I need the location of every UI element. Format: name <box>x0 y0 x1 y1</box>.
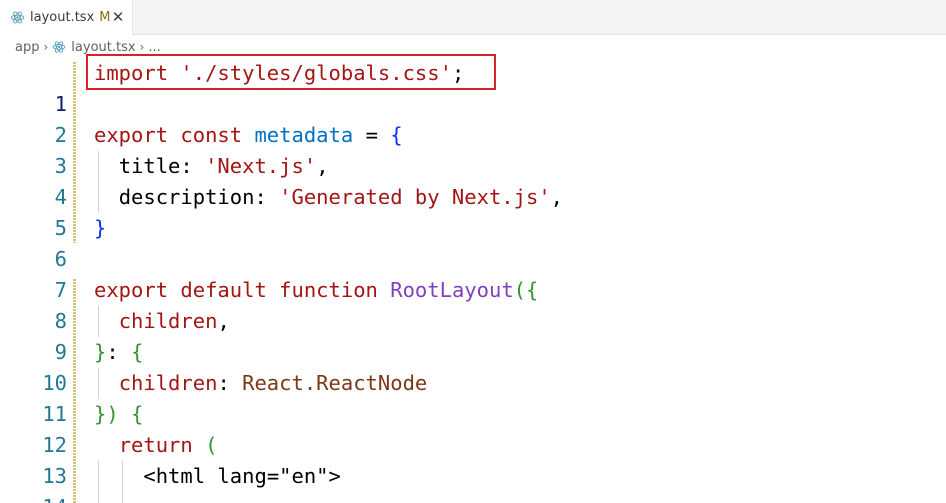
token: { <box>131 402 144 426</box>
token: return <box>118 433 193 457</box>
token: RootLayout <box>390 278 514 302</box>
code-content: }: { <box>94 337 143 368</box>
token: , <box>550 185 564 209</box>
code-content: children: React.ReactNode <box>94 368 428 399</box>
token: = <box>365 123 378 147</box>
code-line: 12 }) { <box>0 399 946 457</box>
code-editor[interactable]: 1 import './styles/globals.css'; 2 3 exp… <box>0 54 946 503</box>
close-icon[interactable]: ✕ <box>110 9 126 25</box>
modified-badge: M <box>99 10 111 25</box>
token: React.ReactNode <box>242 371 428 395</box>
code-content: children, <box>94 306 230 337</box>
token: "en" <box>279 464 329 488</box>
code-content: export default function RootLayout({ <box>94 275 538 306</box>
breadcrumb-item-file[interactable]: layout.tsx <box>71 40 135 55</box>
token: description <box>118 185 255 209</box>
token: const <box>180 123 243 147</box>
token: 'Next.js' <box>205 154 317 178</box>
breadcrumb-item-more[interactable]: ... <box>148 40 160 55</box>
token: { <box>131 340 144 364</box>
token: { <box>390 123 403 147</box>
token: } <box>94 402 107 426</box>
code-line: 7 <box>0 244 946 302</box>
token: html <box>155 464 206 488</box>
code-line: 2 <box>0 89 946 147</box>
token: metadata <box>254 123 354 147</box>
token: ( <box>513 278 527 302</box>
code-line: 5 description: 'Generated by Next.js', <box>0 182 946 240</box>
token: children <box>118 371 218 395</box>
token: : <box>180 154 193 178</box>
code-line: 6 } <box>0 213 946 271</box>
react-icon <box>53 41 66 53</box>
code-line: 13 return ( <box>0 430 946 488</box>
token: lang <box>217 464 267 488</box>
token: > <box>328 464 341 488</box>
breadcrumb-item-app[interactable]: app <box>15 40 39 55</box>
code-content: return ( <box>94 430 218 461</box>
chevron-right-icon: › <box>43 40 49 54</box>
token: < <box>143 464 156 488</box>
token: default <box>180 278 267 302</box>
code-content: }) { <box>94 399 143 430</box>
token: function <box>279 278 378 302</box>
token: export <box>94 123 169 147</box>
token: title <box>118 154 181 178</box>
code-content: title: 'Next.js', <box>94 151 329 182</box>
code-line: 11 children: React.ReactNode <box>0 368 946 426</box>
code-line: 9 children, <box>0 306 946 364</box>
code-content: description: 'Generated by Next.js', <box>94 182 563 213</box>
token: } <box>94 340 107 364</box>
tab-layout-tsx[interactable]: layout.tsx M ✕ <box>0 0 133 35</box>
react-icon <box>10 11 25 24</box>
token: : <box>254 185 267 209</box>
code-line: 3 export const metadata = { <box>0 120 946 178</box>
code-line: 10 }: { <box>0 337 946 395</box>
token: = <box>266 464 280 488</box>
token: : <box>217 371 230 395</box>
token: children <box>118 309 218 333</box>
line-number: 14 <box>0 492 67 503</box>
editor-tab-bar: layout.tsx M ✕ <box>0 0 946 35</box>
code-content: export const metadata = { <box>94 120 403 151</box>
chevron-right-icon: › <box>139 40 145 54</box>
token: ( <box>205 433 218 457</box>
token: , <box>217 309 230 333</box>
token: 'Generated by Next.js' <box>279 185 551 209</box>
code-line: 8 export default function RootLayout({ <box>0 275 946 333</box>
token: , <box>316 154 329 178</box>
token: : <box>106 340 119 364</box>
highlight-annotation-box <box>86 54 496 90</box>
token: } <box>94 216 107 240</box>
tab-label: layout.tsx <box>30 10 95 25</box>
token: { <box>526 278 539 302</box>
code-line: 14 <html lang="en"> <box>0 461 946 503</box>
code-content: <html lang="en"> <box>94 461 341 492</box>
code-line: 4 title: 'Next.js', <box>0 151 946 209</box>
code-content: } <box>94 213 106 244</box>
token: export <box>94 278 169 302</box>
token: ) <box>106 402 119 426</box>
